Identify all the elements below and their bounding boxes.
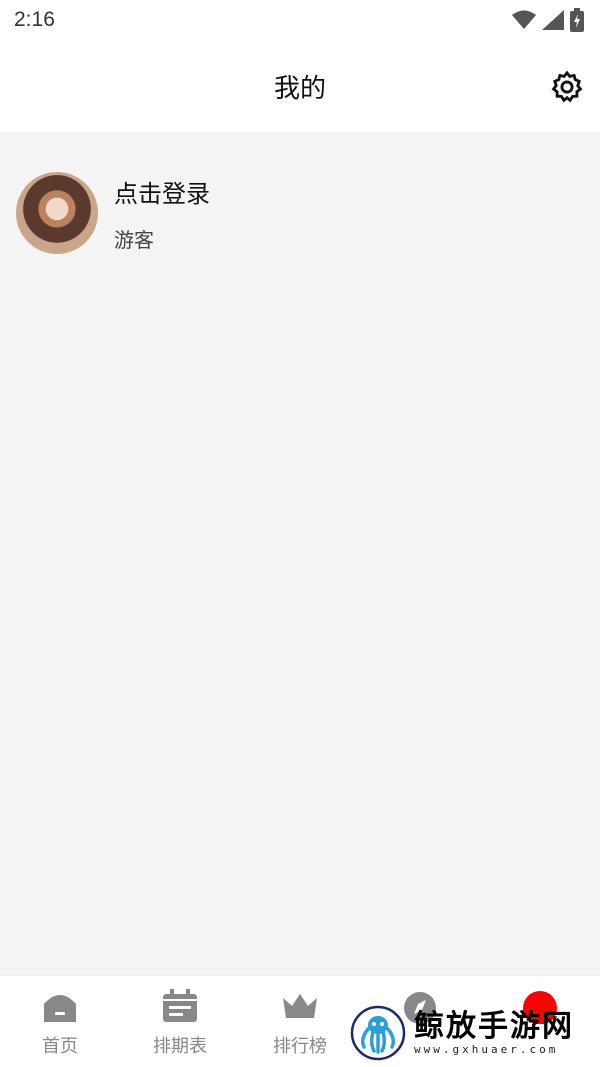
- tab-schedule[interactable]: 排期表: [120, 976, 240, 1067]
- battery-icon: [570, 8, 584, 32]
- home-icon: [44, 995, 76, 1022]
- profile-content: 点击登录 游客: [0, 132, 600, 975]
- page-title: 我的: [273, 74, 326, 104]
- gear-icon: [551, 70, 583, 103]
- login-link[interactable]: 点击登录: [114, 174, 210, 209]
- tab-schedule-label: 排期表: [153, 1036, 207, 1057]
- watermark-url: www.gxhuaer.com: [414, 1042, 559, 1056]
- user-role-label: 游客: [114, 228, 154, 252]
- header: 我的: [0, 44, 600, 132]
- watermark: 鲸放手游网 www.gxhuaer.com: [350, 1004, 595, 1062]
- settings-button[interactable]: [550, 70, 584, 104]
- octopus-logo-icon: [350, 1005, 406, 1061]
- status-bar: 2:16: [0, 0, 600, 44]
- avatar[interactable]: [16, 172, 98, 254]
- status-time: 2:16: [14, 8, 55, 31]
- watermark-text: 鲸放手游网 www.gxhuaer.com: [414, 1008, 574, 1056]
- signal-icon: [542, 10, 564, 30]
- tab-home[interactable]: 首页: [0, 976, 120, 1067]
- wifi-icon: [512, 10, 536, 29]
- tab-home-label: 首页: [42, 1036, 78, 1057]
- calendar-icon: [163, 989, 197, 1022]
- tab-ranking-label: 排行榜: [273, 1036, 327, 1057]
- watermark-name: 鲸放手游网: [414, 1008, 574, 1044]
- status-icons: [512, 8, 584, 32]
- tab-ranking[interactable]: 排行榜: [240, 976, 360, 1067]
- crown-icon: [283, 994, 317, 1018]
